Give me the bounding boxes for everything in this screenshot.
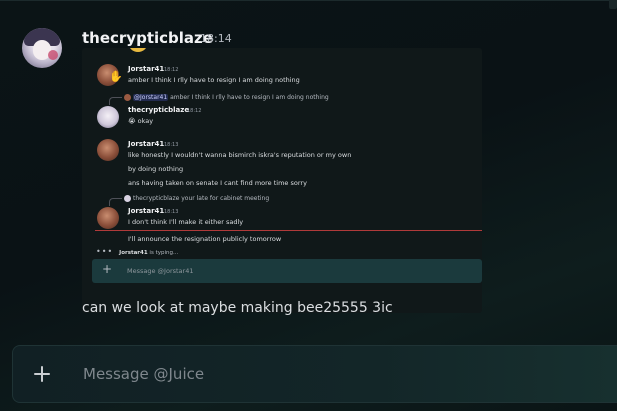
attachment-message-input: + Message @Jorstar41 (92, 259, 482, 283)
attachment-line: I'll announce the resignation publicly t… (128, 235, 282, 243)
typing-dots-icon: ••• (96, 247, 114, 256)
mention: @Jorstar41 (133, 94, 169, 101)
message-composer (12, 345, 617, 403)
reply-preview: @Jorstar41 amber I think I rlly have to … (124, 94, 329, 101)
plus-icon: + (102, 262, 113, 276)
reply-author: thecrypticblaze (133, 195, 180, 202)
message-input[interactable] (73, 360, 613, 388)
message-author[interactable]: thecrypticblaze (82, 29, 213, 47)
avatar (97, 139, 119, 161)
scrollbar-thumb[interactable] (609, 0, 617, 9)
message-timestamp: 18:14 (200, 32, 232, 45)
plus-icon[interactable] (30, 362, 54, 386)
attachment-time: 18:13 (164, 142, 179, 148)
avatar (97, 106, 119, 128)
typing-indicator: ••• Jorstar41 is typing... (96, 247, 179, 256)
attachment-line: ans having taken on senate I cant find m… (128, 179, 307, 187)
attachment-line: amber I think I rlly have to resign I am… (128, 76, 300, 84)
attachment-line: 😭 okay (128, 117, 154, 125)
divider (0, 0, 617, 1)
cursor-icon: ✋ (109, 70, 123, 83)
avatar (124, 94, 131, 101)
reply-text: amber I think I rlly have to resign I am… (170, 94, 329, 101)
attachment-line: by doing nothing (128, 165, 184, 173)
attachment-line: like honestly I wouldn't wanna bismirch … (128, 151, 352, 159)
message-content: can we look at maybe making bee25555 3ic (82, 300, 393, 316)
attachment-time: 18:12 (187, 108, 202, 114)
avatar[interactable] (22, 28, 62, 68)
emoji-icon (128, 48, 148, 52)
reply-text: your late for cabinet meeting (181, 195, 270, 202)
reply-connector (109, 97, 122, 105)
attachment-author: thecrypticblaze (128, 106, 190, 114)
attachment-time: 18:12 (164, 67, 179, 73)
attachment-time: 18:13 (164, 209, 179, 215)
attachment-author: Jorstar41 (128, 140, 165, 148)
new-messages-divider (95, 230, 482, 231)
attachment-author: Jorstar41 (128, 207, 165, 215)
attachment-author: Jorstar41 (128, 65, 165, 73)
attachment-line: I don't think I'll make it either sadly (128, 218, 244, 226)
avatar (97, 207, 119, 229)
image-attachment[interactable]: Jorstar41 18:12 amber I think I rlly hav… (82, 48, 482, 313)
avatar (124, 195, 131, 202)
attachment-input-placeholder: Message @Jorstar41 (127, 267, 194, 275)
reply-preview: thecrypticblaze your late for cabinet me… (124, 195, 269, 202)
reply-connector (109, 198, 122, 206)
